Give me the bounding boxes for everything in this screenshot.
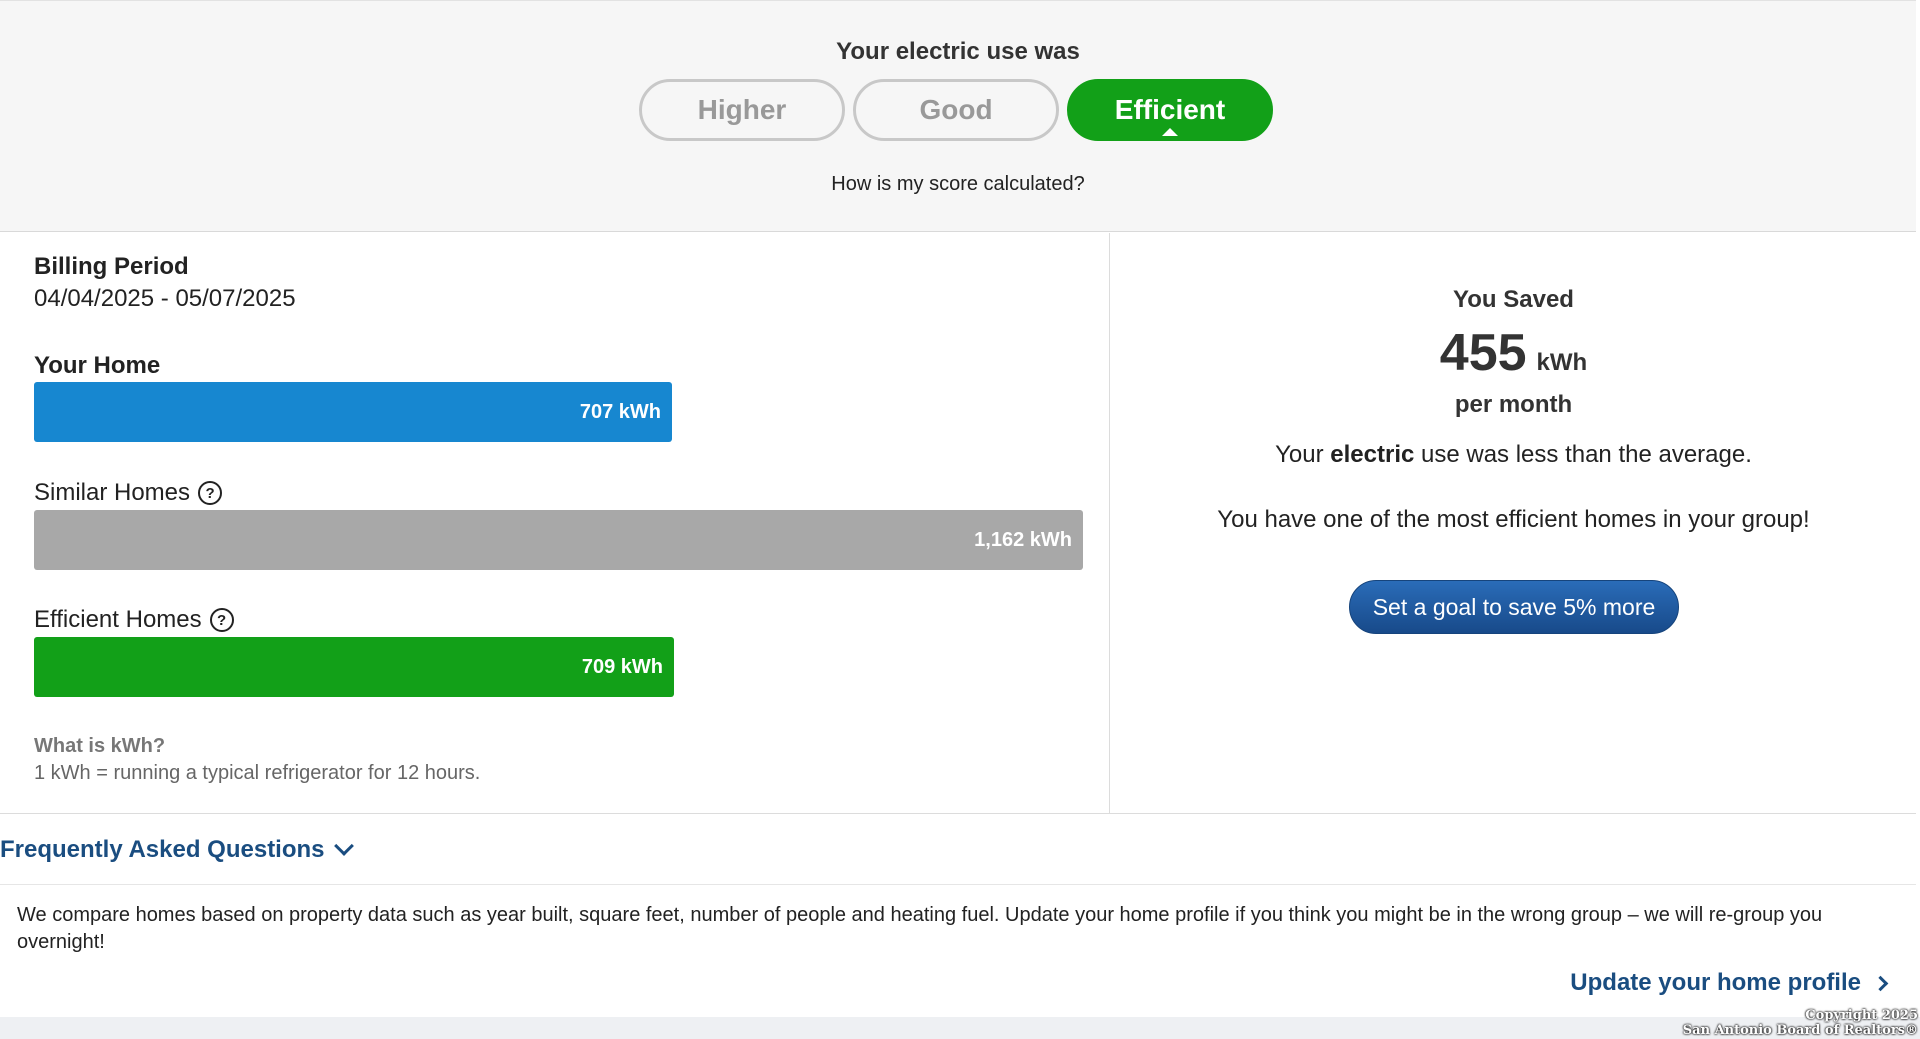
savings-panel: You Saved 455 kWh per month Your electric… [1111,233,1916,813]
savings-number: 455 [1439,324,1527,382]
kwh-info-description: 1 kWh = running a typical refrigerator f… [34,762,481,784]
faq-divider [0,884,1916,885]
comparison-panel: Billing Period 04/04/2025 - 05/07/2025 Y… [0,233,1110,813]
efficient-homes-label: Efficient Homes ? [34,606,234,634]
score-calculation-link[interactable]: How is my score calculated? [0,173,1916,196]
score-pills: Higher Good Efficient [639,79,1273,141]
page: Your electric use was Higher Good Effici… [0,0,1920,1039]
bar-label-text: Similar Homes [34,479,191,506]
score-option-label: Higher [697,94,787,125]
help-icon[interactable]: ? [209,608,234,632]
efficient-homes-bar: 709 kWh [34,637,674,697]
score-title: Your electric use was [836,38,1080,65]
score-option-label: Efficient [1114,94,1226,125]
savings-label: You Saved [1453,286,1574,313]
similar-homes-label: Similar Homes ? [34,479,223,507]
faq-section: Frequently Asked Questions We compare ho… [0,813,1916,1017]
watermark-line: San Antonio Board of Realtors® [1682,1023,1918,1038]
bar-label-text: Efficient Homes [34,606,202,633]
watermark-line: Copyright 2025 [1805,1008,1918,1023]
similar-homes-bar: 1,162 kWh [34,510,1083,570]
score-option-label: Good [919,94,993,125]
update-home-profile-link[interactable]: Update your home profile [1570,969,1889,997]
set-goal-button[interactable]: Set a goal to save 5% more [1349,580,1679,634]
kwh-info-title: What is kWh? [34,735,166,757]
profile-link-label: Update your home profile [1570,969,1861,996]
billing-period-label: Billing Period [34,253,189,280]
savings-message-prefix: Your [1275,441,1331,468]
savings-unit: kWh [1536,349,1588,376]
help-icon[interactable]: ? [198,481,223,505]
bar-value: 1,162 kWh [974,528,1072,551]
bar-value: 709 kWh [581,655,663,678]
score-option-efficient[interactable]: Efficient [1067,79,1273,141]
score-option-higher[interactable]: Higher [639,79,845,141]
billing-period-dates: 04/04/2025 - 05/07/2025 [34,285,296,312]
score-option-good[interactable]: Good [853,79,1059,141]
savings-value: 455 kWh [1111,323,1916,383]
savings-message-suffix: use was less than the average. [1414,441,1752,468]
faq-toggle[interactable]: Frequently Asked Questions [0,836,354,864]
your-home-label: Your Home [34,352,160,380]
bar-label-text: Your Home [34,352,161,379]
savings-message: Your electric use was less than the aver… [1111,441,1916,469]
footer-strip [0,1017,1920,1039]
bar-value: 707 kWh [579,400,661,423]
savings-message-fuel: electric [1330,441,1415,468]
chevron-right-icon [1872,975,1889,991]
chevron-down-icon [333,836,354,856]
selected-caret-icon [1162,128,1178,136]
your-home-bar: 707 kWh [34,382,672,442]
efficiency-message: You have one of the most efficient homes… [1217,506,1810,533]
score-section: Your electric use was Higher Good Effici… [0,0,1916,232]
savings-period: per month [1454,391,1573,418]
copyright-watermark: Copyright 2025 San Antonio Board of Real… [1683,1008,1918,1038]
faq-answer: We compare homes based on property data … [17,904,1823,953]
faq-title: Frequently Asked Questions [0,836,325,863]
